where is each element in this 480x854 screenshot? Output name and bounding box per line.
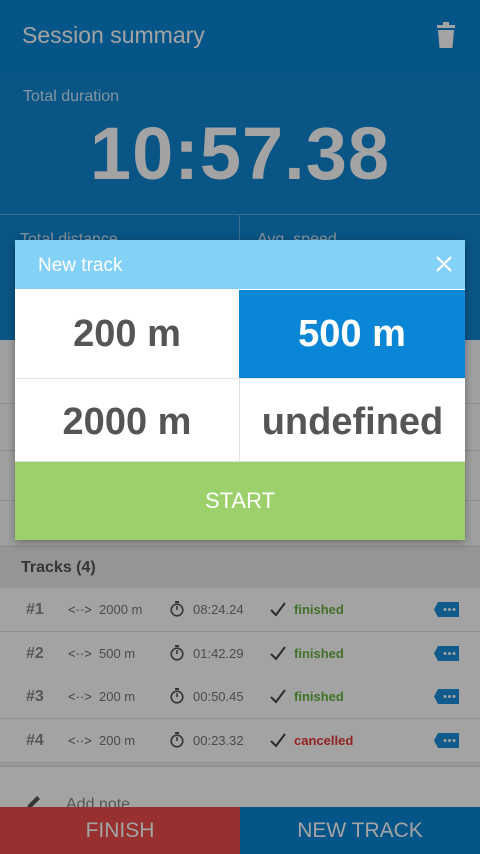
start-button[interactable]: START: [15, 462, 465, 540]
option-2000m[interactable]: 2000 m: [15, 378, 239, 466]
close-icon[interactable]: [435, 255, 453, 273]
new-track-dialog: New track 200 m 500 m 2000 m undefined S…: [15, 240, 465, 540]
grid-divider: [15, 378, 465, 379]
option-500m[interactable]: 500 m: [239, 290, 465, 378]
dialog-header: New track: [15, 240, 465, 289]
grid-divider-vertical: [239, 378, 240, 462]
option-undefined[interactable]: undefined: [240, 378, 465, 466]
dialog-title: New track: [38, 255, 123, 276]
option-200m[interactable]: 200 m: [15, 290, 239, 378]
